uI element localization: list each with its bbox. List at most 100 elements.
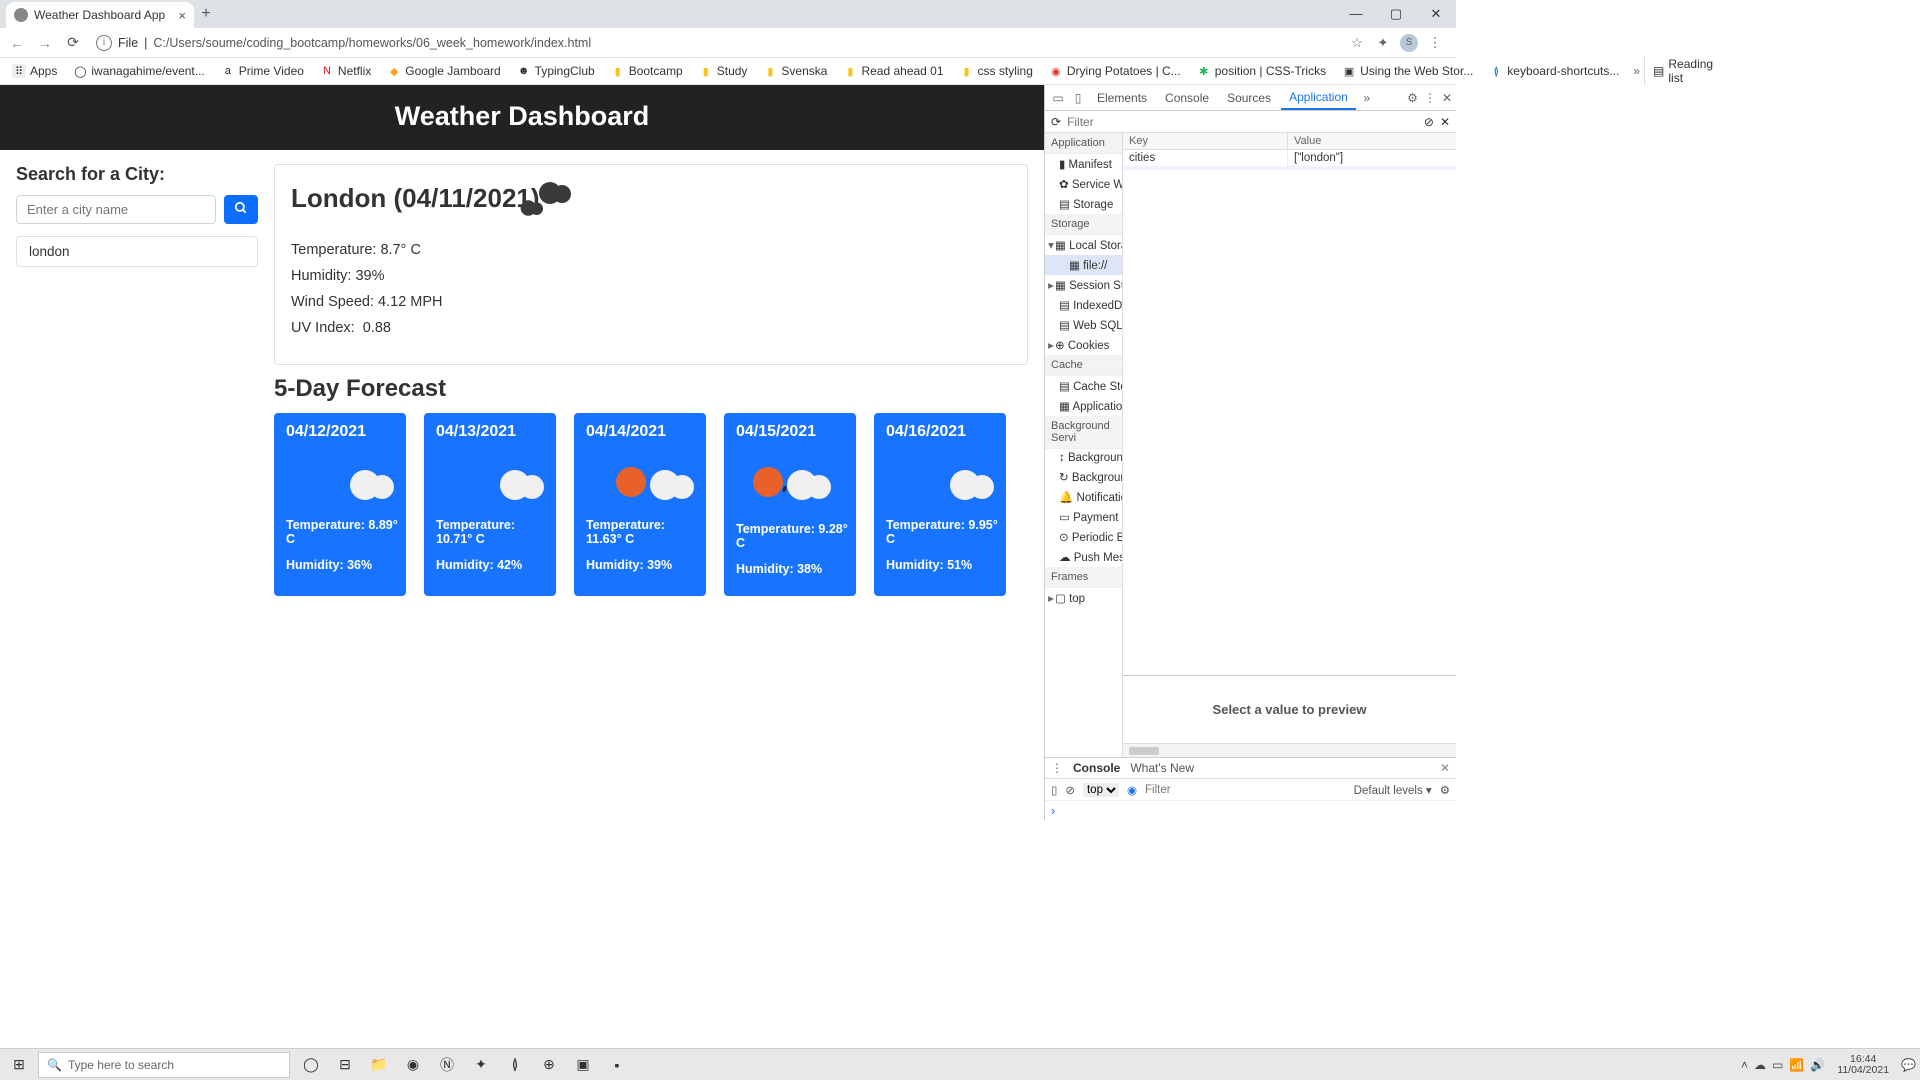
city-search-input[interactable] [16,195,216,224]
devtools-tab-sources[interactable]: Sources [1219,87,1279,109]
devtools-tab-console[interactable]: Console [1157,87,1217,109]
bookmark-item[interactable]: ▮Bootcamp [605,62,689,80]
bookmark-item[interactable]: ▮Svenska [757,62,833,80]
sidebar-frame-top[interactable]: ▸▢ top [1045,588,1122,608]
sidebar-payment[interactable]: ▭ Payment H [1045,507,1122,527]
devtools-tab-elements[interactable]: Elements [1089,87,1155,109]
bookmark-item[interactable]: ▮css styling [954,62,1039,80]
bookmark-item[interactable]: ◯iwanagahime/event... [67,62,210,80]
slack-icon[interactable]: ✦ [466,1051,496,1079]
search-button[interactable] [224,195,258,224]
bookmark-item[interactable]: ▮Read ahead 01 [837,62,949,80]
today-wind: Wind Speed: 4.12 MPH [291,294,1011,310]
steam-icon[interactable]: ⊕ [534,1051,564,1079]
cortana-icon[interactable]: ⊟ [330,1051,360,1079]
apps-button[interactable]: ⠿Apps [6,62,63,80]
bookmark-item[interactable]: ☻TypingClub [511,62,601,80]
sidebar-cookies[interactable]: ▸⊕ Cookies [1045,335,1122,355]
device-icon[interactable]: ▯ [1069,91,1087,105]
forward-button[interactable]: → [34,35,56,51]
kebab-icon[interactable]: ⋮ [1424,91,1436,105]
taskbar-search[interactable]: 🔍 Type here to search [38,1052,290,1078]
sidebar-bg-sync[interactable]: ↻ Backgroun [1045,467,1122,487]
sidebar-manifest[interactable]: ▮ Manifest [1045,154,1122,174]
onedrive-icon[interactable]: ☁ [1754,1058,1766,1072]
menu-icon[interactable]: ⋮ [1426,35,1444,51]
sidebar-indexeddb[interactable]: ▤ IndexedDB [1045,295,1122,315]
devtools-filter-input[interactable] [1067,115,1418,129]
battery-icon[interactable]: ▭ [1772,1058,1783,1072]
refresh-icon[interactable]: ⟳ [1051,115,1061,129]
sidebar-cache-storage[interactable]: ▤ Cache Stor [1045,376,1122,396]
sidebar-local-storage[interactable]: ▾▦ Local Stora [1045,235,1122,255]
reload-button[interactable]: ⟳ [62,34,84,51]
sidebar-session-storage[interactable]: ▸▦ Session Sto [1045,275,1122,295]
drawer-kebab-icon[interactable]: ⋮ [1051,761,1063,775]
wifi-icon[interactable]: 📶 [1789,1058,1804,1072]
console-tab[interactable]: Console [1073,761,1120,775]
sidebar-periodic[interactable]: ⊙ Periodic Ba [1045,527,1122,547]
close-tab-icon[interactable]: × [178,8,186,23]
site-info-icon[interactable]: i [96,35,112,51]
chrome-icon[interactable]: ◉ [398,1051,428,1079]
console-context-select[interactable]: top [1083,783,1119,797]
maximize-button[interactable]: ▢ [1376,6,1416,22]
console-settings-icon[interactable]: ⚙ [1440,783,1450,797]
console-filter-input[interactable] [1145,784,1346,796]
inspect-icon[interactable]: ▭ [1049,91,1067,105]
sidebar-bg-fetch[interactable]: ↕ Backgroun [1045,449,1122,467]
close-drawer-icon[interactable]: ✕ [1440,761,1450,775]
vscode-icon[interactable]: ≬ [500,1051,530,1079]
console-clear-icon[interactable]: ⊘ [1065,783,1075,797]
taskbar-clock[interactable]: 16:44 11/04/2021 [1831,1054,1895,1076]
profile-avatar[interactable]: S [1400,34,1418,52]
sidebar-websql[interactable]: ▤ Web SQL [1045,315,1122,335]
whats-new-tab[interactable]: What's New [1130,761,1194,775]
sidebar-local-storage-file[interactable]: ▦ file:// [1045,255,1122,275]
clear-icon[interactable]: ✕ [1440,115,1450,129]
volume-icon[interactable]: 🔊 [1810,1058,1825,1072]
settings-icon[interactable]: ⚙ [1407,91,1418,105]
sidebar-storage[interactable]: ▤ Storage [1045,194,1122,214]
url-box[interactable]: i File | C:/Users/soume/coding_bootcamp/… [90,35,1342,51]
sidebar-service-workers[interactable]: ✿ Service Wo [1045,174,1122,194]
reading-list-button[interactable]: ▤Reading list [1644,57,1713,85]
notifications-icon[interactable]: 💬 [1901,1058,1916,1072]
block-icon[interactable]: ⊘ [1424,115,1434,129]
bookmark-item[interactable]: aPrime Video [215,62,310,80]
zoom-icon[interactable]: ▣ [568,1051,598,1079]
history-item[interactable]: london [16,236,258,267]
notion-icon[interactable]: Ⓝ [432,1051,462,1079]
bookmarks-overflow-icon[interactable]: » [1633,64,1640,78]
close-window-button[interactable]: ✕ [1416,6,1456,22]
start-button[interactable]: ⊞ [0,1056,38,1073]
terminal-icon[interactable]: ▪ [602,1051,632,1079]
tray-overflow-icon[interactable]: ˄ [1741,1058,1748,1072]
console-sidebar-icon[interactable]: ▯ [1051,783,1057,797]
new-tab-button[interactable]: + [194,5,218,23]
bookmark-item[interactable]: ◆Google Jamboard [381,62,506,80]
sidebar-app-cache[interactable]: ▦ Applicatior [1045,396,1122,416]
sidebar-notifications[interactable]: 🔔 Notificatio [1045,487,1122,507]
close-devtools-icon[interactable]: ✕ [1442,91,1452,105]
back-button[interactable]: ← [6,35,28,51]
more-tabs-icon[interactable]: » [1358,91,1376,105]
bookmark-item[interactable]: ✱position | CSS-Tricks [1191,62,1332,80]
browser-tab[interactable]: Weather Dashboard App × [6,2,194,28]
explorer-icon[interactable]: 📁 [364,1051,394,1079]
bookmark-item[interactable]: ▣Using the Web Stor... [1336,62,1479,80]
console-levels[interactable]: Default levels ▾ [1354,783,1432,797]
bookmark-item[interactable]: NNetflix [314,62,377,80]
bookmark-item[interactable]: ◉Drying Potatoes | C... [1043,62,1187,80]
devtools-tab-application[interactable]: Application [1281,86,1356,110]
taskview-icon[interactable]: ◯ [296,1051,326,1079]
console-prompt[interactable]: › [1045,801,1456,820]
kv-row[interactable]: cities ["london"] [1123,150,1456,166]
bookmark-item[interactable]: ≬keyboard-shortcuts... [1483,62,1625,80]
sidebar-push[interactable]: ☁ Push Mess [1045,547,1122,567]
extensions-icon[interactable]: ✦ [1374,35,1392,51]
minimize-button[interactable]: — [1336,6,1376,22]
bookmark-star-icon[interactable]: ☆ [1348,35,1366,51]
bookmark-item[interactable]: ▮Study [693,62,754,80]
horizontal-scrollbar[interactable] [1123,743,1456,757]
